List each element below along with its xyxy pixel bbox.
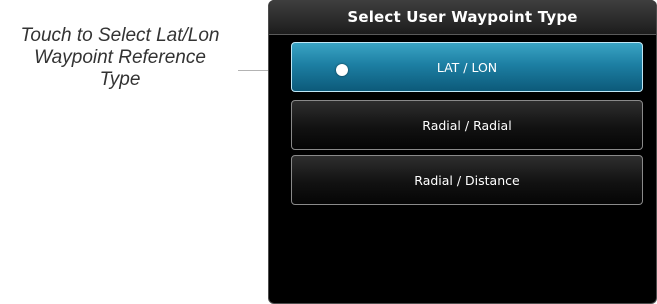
callout-pointer-dot bbox=[336, 64, 348, 76]
callout-line-1: Touch to Select Lat/Lon bbox=[20, 25, 220, 46]
callout-annotation: Touch to Select Lat/Lon Waypoint Referen… bbox=[0, 25, 240, 91]
radial-radial-button[interactable]: Radial / Radial bbox=[291, 100, 643, 150]
dialog-title: Select User Waypoint Type bbox=[269, 0, 656, 35]
callout-line-2: Waypoint Reference bbox=[34, 47, 206, 68]
callout-line-3: Type bbox=[99, 69, 141, 90]
waypoint-type-dialog: Select User Waypoint Type LAT / LON Radi… bbox=[268, 0, 657, 304]
radial-distance-button-label: Radial / Distance bbox=[414, 172, 520, 188]
radial-radial-button-label: Radial / Radial bbox=[422, 117, 512, 133]
radial-distance-button[interactable]: Radial / Distance bbox=[291, 155, 643, 205]
lat-lon-button-label: LAT / LON bbox=[436, 59, 498, 75]
